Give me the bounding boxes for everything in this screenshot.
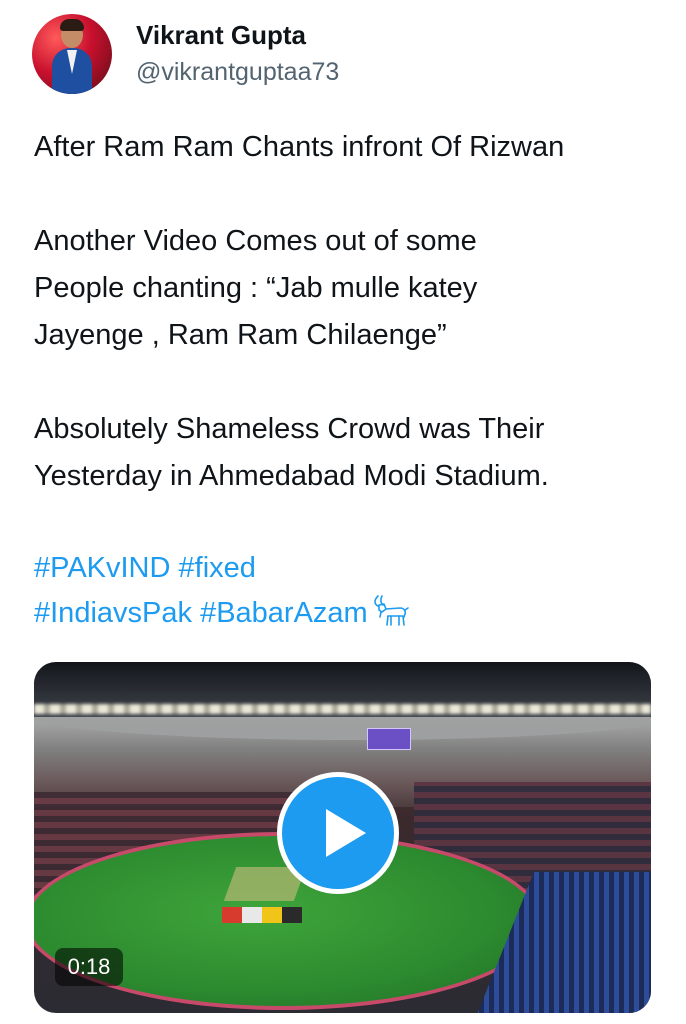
scoreboard <box>367 728 411 750</box>
tweet-line: People chanting : “Jab mulle katey <box>34 272 478 304</box>
hashtag-pakvind[interactable]: #PAKvIND <box>34 552 170 584</box>
goat-icon <box>370 590 410 643</box>
avatar-person-hair <box>60 19 84 31</box>
hashtag-line: #IndiavsPak #BabarAzam <box>34 590 664 643</box>
video-duration: 0:18 <box>55 948 123 986</box>
hashtag-indiavspak[interactable]: #IndiavsPak <box>34 597 192 629</box>
hashtag-babarazam[interactable]: #BabarAzam <box>200 597 368 629</box>
tweet-line: After Ram Ram Chants infront Of Rizwan <box>34 131 565 163</box>
tweet-line: Jayenge , Ram Ram Chilaenge” <box>34 319 447 351</box>
tweet-header: Vikrant Gupta @vikrantguptaa73 <box>32 12 652 96</box>
avatar[interactable] <box>32 14 112 94</box>
tweet-line: Yesterday in Ahmedabad Modi Stadium. <box>34 460 549 492</box>
ad-board <box>222 907 302 923</box>
tweet-line: Another Video Comes out of some <box>34 225 477 257</box>
author-handle[interactable]: @vikrantguptaa73 <box>136 58 339 87</box>
tweet-text: After Ram Ram Chants infront Of Rizwan A… <box>34 124 664 500</box>
play-button[interactable] <box>277 772 399 894</box>
play-icon <box>326 809 366 857</box>
floodlights <box>34 704 651 714</box>
video-player[interactable]: 0:18 <box>34 662 651 1013</box>
author-display-name[interactable]: Vikrant Gupta <box>136 20 306 51</box>
hashtag-block: #PAKvIND #fixed #IndiavsPak #BabarAzam <box>34 546 664 643</box>
hashtag-line: #PAKvIND #fixed <box>34 546 664 590</box>
tweet-line: Absolutely Shameless Crowd was Their <box>34 413 545 445</box>
hashtag-fixed[interactable]: #fixed <box>179 552 256 584</box>
